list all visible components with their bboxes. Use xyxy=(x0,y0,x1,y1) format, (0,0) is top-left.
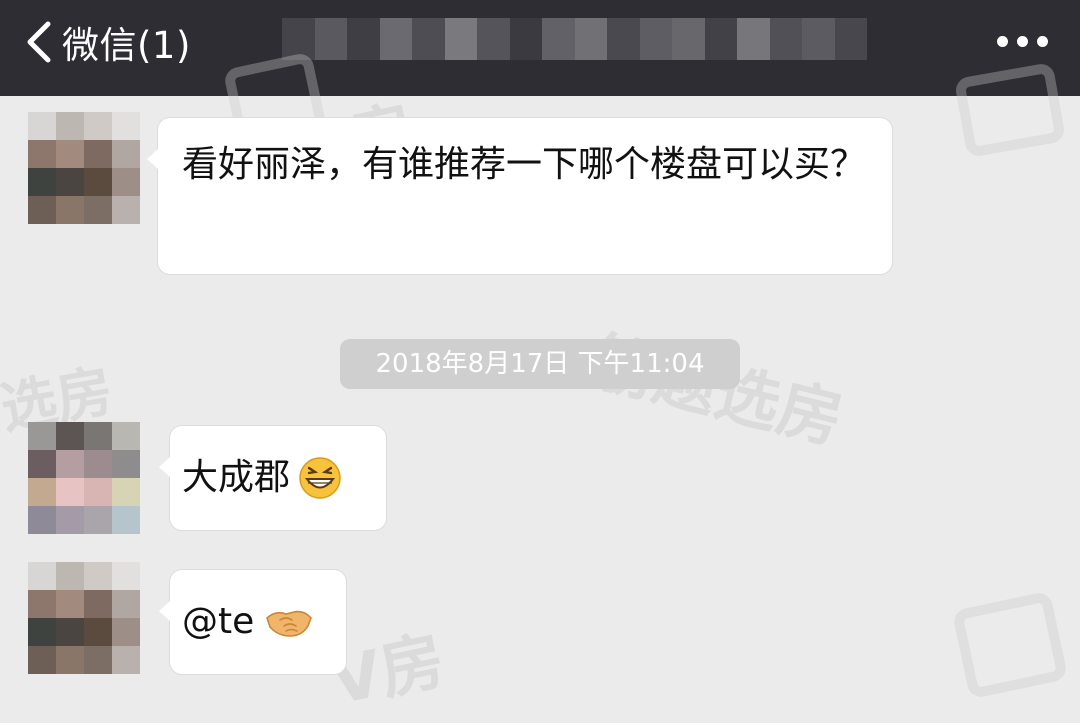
back-label: 微信(1) xyxy=(62,24,191,67)
watermark-logo xyxy=(951,590,1069,700)
grinning-emoji-icon xyxy=(299,457,341,499)
message-content: @te xyxy=(182,597,314,647)
avatar[interactable] xyxy=(28,422,140,534)
dot-icon xyxy=(997,35,1008,47)
dot-icon xyxy=(1037,35,1048,47)
message-bubble[interactable]: 大成郡 xyxy=(159,426,386,530)
message-text: 大成郡 xyxy=(182,457,291,498)
dot-icon xyxy=(1017,35,1028,47)
message-bubble[interactable]: @te xyxy=(159,570,346,674)
message-bubble[interactable]: 看好丽泽，有谁推荐一下哪个楼盘可以买？ xyxy=(147,118,892,274)
message-content: 大成郡 xyxy=(182,453,342,503)
avatar[interactable] xyxy=(28,562,140,674)
chevron-left-icon xyxy=(27,21,51,63)
timestamp: 2018年8月17日 下午11:04 xyxy=(340,339,740,389)
handshake-emoji-icon xyxy=(266,610,313,637)
message-text: @te xyxy=(182,601,255,642)
more-options-button[interactable] xyxy=(997,26,1048,56)
chat-title-pixelated xyxy=(282,18,867,60)
nav-bar: 微信(1) xyxy=(0,0,1080,96)
message-text: 看好丽泽，有谁推荐一下哪个楼盘可以买？ xyxy=(182,144,867,185)
back-button[interactable]: 微信(1) xyxy=(22,10,191,74)
avatar[interactable] xyxy=(28,112,140,224)
